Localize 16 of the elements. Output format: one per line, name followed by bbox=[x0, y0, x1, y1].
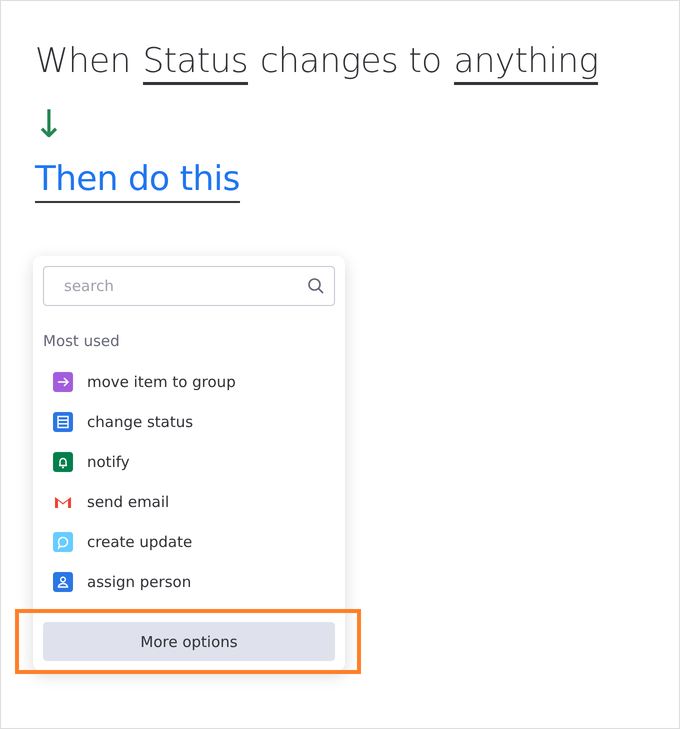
menu-item[interactable]: move item to group bbox=[43, 362, 335, 402]
more-options-button[interactable]: More options bbox=[43, 622, 335, 661]
trigger-field[interactable]: anything bbox=[454, 43, 598, 86]
menu-item[interactable]: create update bbox=[43, 522, 335, 562]
trigger-text: When bbox=[35, 43, 131, 83]
menu-item[interactable]: send email bbox=[43, 482, 335, 522]
down-arrow-icon: ↓ bbox=[33, 105, 65, 144]
menu-item[interactable]: notify bbox=[43, 442, 335, 482]
search-icon bbox=[307, 277, 325, 295]
trigger-field[interactable]: Status bbox=[142, 43, 248, 86]
then-do-this-link[interactable]: Then do this bbox=[35, 161, 240, 203]
menu-item[interactable]: assign person bbox=[43, 562, 335, 602]
menu-item[interactable]: change status bbox=[43, 402, 335, 442]
trigger-text: changes to bbox=[260, 43, 442, 83]
section-heading: Most used bbox=[43, 332, 121, 350]
search-field[interactable]: search bbox=[43, 266, 335, 306]
